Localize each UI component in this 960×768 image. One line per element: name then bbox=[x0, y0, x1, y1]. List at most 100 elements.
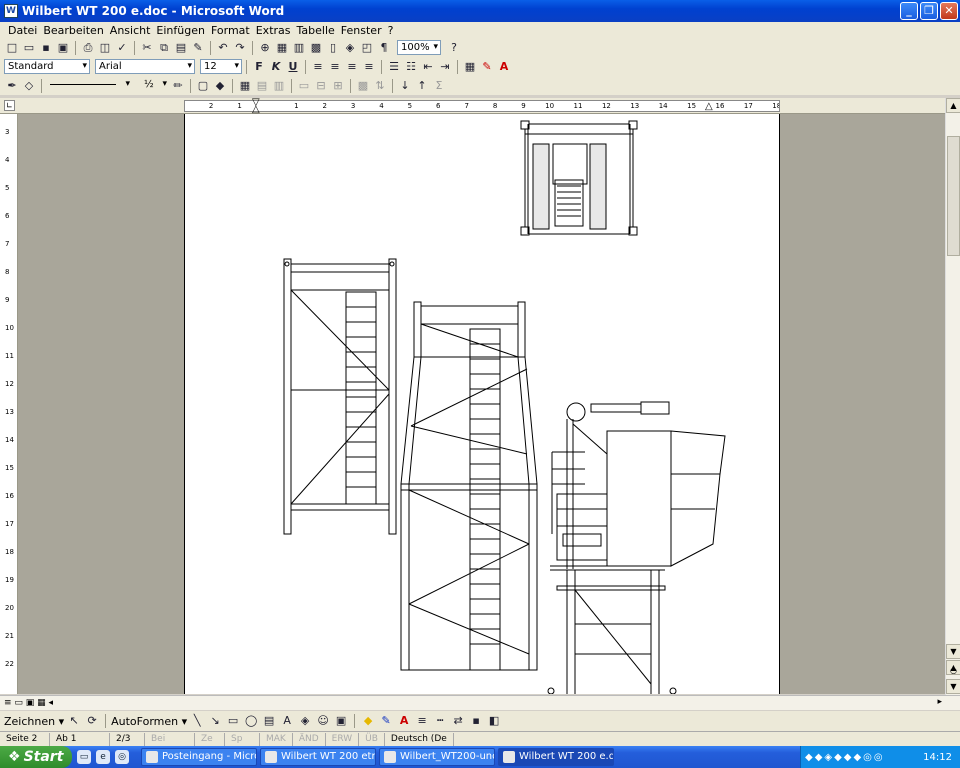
undo-icon[interactable]: ↶ bbox=[215, 40, 231, 56]
3d-style-icon[interactable]: ◧ bbox=[486, 713, 502, 729]
fill-color-icon[interactable]: ◆ bbox=[360, 713, 376, 729]
line-weight-select[interactable]: ½ bbox=[141, 78, 169, 93]
line-icon[interactable]: ╲ bbox=[189, 713, 205, 729]
menu-ansicht[interactable]: Ansicht bbox=[110, 24, 151, 37]
align-cell-icon[interactable]: ▭ bbox=[296, 78, 312, 94]
restore-button[interactable]: ❐ bbox=[920, 2, 938, 20]
align-left-icon[interactable]: ≡ bbox=[310, 59, 326, 75]
insert-table-icon[interactable]: ▥ bbox=[291, 40, 307, 56]
insert-table-grid-icon[interactable]: ▦ bbox=[237, 78, 253, 94]
table-autoformat-icon[interactable]: ▩ bbox=[355, 78, 371, 94]
select-objects-icon[interactable]: ↖ bbox=[66, 713, 82, 729]
pen-icon[interactable]: ✒ bbox=[4, 78, 20, 94]
eraser-icon[interactable]: ◇ bbox=[21, 78, 37, 94]
increase-indent-icon[interactable]: ⇥ bbox=[437, 59, 453, 75]
hyperlink-icon[interactable]: ⊕ bbox=[257, 40, 273, 56]
status-ext[interactable]: ERW bbox=[326, 732, 360, 746]
style-select[interactable]: Standard bbox=[4, 59, 90, 74]
next-page-button[interactable]: ▼ bbox=[946, 679, 960, 694]
task-button-word-active[interactable]: Wilbert WT 200 e.doc... bbox=[498, 748, 614, 766]
scroll-thumb[interactable] bbox=[947, 136, 960, 256]
crane-drawing[interactable] bbox=[185, 114, 781, 694]
permission-icon[interactable]: ▣ bbox=[55, 40, 71, 56]
split-cells-icon[interactable]: ▥ bbox=[271, 78, 287, 94]
task-button-folder[interactable]: Wilbert WT 200 etron... bbox=[260, 748, 376, 766]
insert-excel-icon[interactable]: ▩ bbox=[308, 40, 324, 56]
horizontal-scrollbar[interactable]: ≡ ▭ ▣ ▦ ◂ ▸ bbox=[0, 695, 960, 710]
paste-icon[interactable]: ▤ bbox=[173, 40, 189, 56]
autosum-icon[interactable]: Σ bbox=[431, 78, 447, 94]
bullets-icon[interactable]: ☷ bbox=[403, 59, 419, 75]
columns-icon[interactable]: ▯ bbox=[325, 40, 341, 56]
vertical-scrollbar[interactable]: ▲ ▼ ▲ ○ ▼ bbox=[945, 98, 960, 695]
oval-icon[interactable]: ◯ bbox=[243, 713, 259, 729]
shading-icon[interactable]: ◆ bbox=[212, 78, 228, 94]
menu-einfuegen[interactable]: Einfügen bbox=[156, 24, 205, 37]
free-rotate-icon[interactable]: ⟳ bbox=[84, 713, 100, 729]
zoom-select[interactable]: 100% bbox=[397, 40, 441, 55]
copy-icon[interactable]: ⧉ bbox=[156, 40, 172, 56]
tab-selector-icon[interactable]: ∟ bbox=[4, 100, 15, 111]
numbering-icon[interactable]: ☰ bbox=[386, 59, 402, 75]
tray-icons[interactable]: ◆◆◈◆◆◆◎◎ bbox=[801, 752, 885, 763]
help-icon[interactable]: ? bbox=[446, 40, 462, 56]
align-center-icon[interactable]: ≡ bbox=[327, 59, 343, 75]
underline-button[interactable]: U bbox=[285, 59, 301, 75]
menu-format[interactable]: Format bbox=[211, 24, 250, 37]
task-button-outlook[interactable]: Posteingang - Micros... bbox=[141, 748, 257, 766]
border-color-icon[interactable]: ✏ bbox=[170, 78, 186, 94]
document-page[interactable] bbox=[184, 114, 780, 694]
sort-ascending-icon[interactable]: ↓ bbox=[397, 78, 413, 94]
scroll-right-button[interactable]: ▸ bbox=[937, 697, 942, 707]
sort-descending-icon[interactable]: ↑ bbox=[414, 78, 430, 94]
format-painter-icon[interactable]: ✎ bbox=[190, 40, 206, 56]
status-trk[interactable]: ÄND bbox=[293, 732, 326, 746]
rectangle-icon[interactable]: ▭ bbox=[225, 713, 241, 729]
menu-bearbeiten[interactable]: Bearbeiten bbox=[43, 24, 103, 37]
status-ovr[interactable]: ÜB bbox=[359, 732, 385, 746]
highlight-icon[interactable]: ✎ bbox=[479, 59, 495, 75]
print-preview-icon[interactable]: ◫ bbox=[97, 40, 113, 56]
align-right-icon[interactable]: ≡ bbox=[344, 59, 360, 75]
spelling-icon[interactable]: ✓ bbox=[114, 40, 130, 56]
document-map-icon[interactable]: ◰ bbox=[359, 40, 375, 56]
start-button[interactable]: ❖ Start bbox=[0, 746, 72, 768]
clipart-icon[interactable]: ☺ bbox=[315, 713, 331, 729]
line-style-icon[interactable]: ≡ bbox=[414, 713, 430, 729]
task-button-word-2[interactable]: Wilbert_WT200-und-... bbox=[379, 748, 495, 766]
font-color-icon[interactable]: A bbox=[496, 59, 512, 75]
font-size-select[interactable]: 12 bbox=[200, 59, 242, 74]
quicklaunch-ie-icon[interactable]: e bbox=[96, 750, 110, 764]
insert-picture-icon[interactable]: ▣ bbox=[333, 713, 349, 729]
draw-menu-button[interactable]: Zeichnen ▾ bbox=[4, 715, 64, 728]
redo-icon[interactable]: ↷ bbox=[232, 40, 248, 56]
cut-icon[interactable]: ✂ bbox=[139, 40, 155, 56]
new-document-icon[interactable]: □ bbox=[4, 40, 20, 56]
autoshapes-menu-button[interactable]: AutoFormen ▾ bbox=[111, 715, 187, 728]
text-direction-icon[interactable]: ⇅ bbox=[372, 78, 388, 94]
clock[interactable]: 14:12 bbox=[923, 752, 952, 763]
distribute-rows-icon[interactable]: ⊟ bbox=[313, 78, 329, 94]
line-style-select[interactable] bbox=[46, 78, 132, 93]
right-indent-marker[interactable]: △ bbox=[705, 102, 713, 112]
font-color-draw-icon[interactable]: A bbox=[396, 713, 412, 729]
status-rec[interactable]: MAK bbox=[260, 732, 293, 746]
italic-button[interactable]: K bbox=[268, 59, 284, 75]
menu-fenster[interactable]: Fenster bbox=[341, 24, 382, 37]
select-browse-object-icon[interactable]: ○ bbox=[946, 664, 960, 679]
drawing-icon[interactable]: ◈ bbox=[342, 40, 358, 56]
open-folder-icon[interactable]: ▭ bbox=[21, 40, 37, 56]
dash-style-icon[interactable]: ┅ bbox=[432, 713, 448, 729]
line-color-icon[interactable]: ✎ bbox=[378, 713, 394, 729]
menu-extras[interactable]: Extras bbox=[256, 24, 291, 37]
justify-icon[interactable]: ≡ bbox=[361, 59, 377, 75]
view-mode-buttons[interactable]: ≡ ▭ ▣ ▦ ◂ bbox=[4, 698, 53, 708]
arrow-icon[interactable]: ↘ bbox=[207, 713, 223, 729]
textbox-icon[interactable]: ▤ bbox=[261, 713, 277, 729]
print-icon[interactable]: ⎙ bbox=[80, 40, 96, 56]
diagram-icon[interactable]: ◈ bbox=[297, 713, 313, 729]
font-select[interactable]: Arial bbox=[95, 59, 195, 74]
outside-border-icon[interactable]: ▢ bbox=[195, 78, 211, 94]
shadow-style-icon[interactable]: ▪ bbox=[468, 713, 484, 729]
menu-datei[interactable]: Datei bbox=[8, 24, 37, 37]
